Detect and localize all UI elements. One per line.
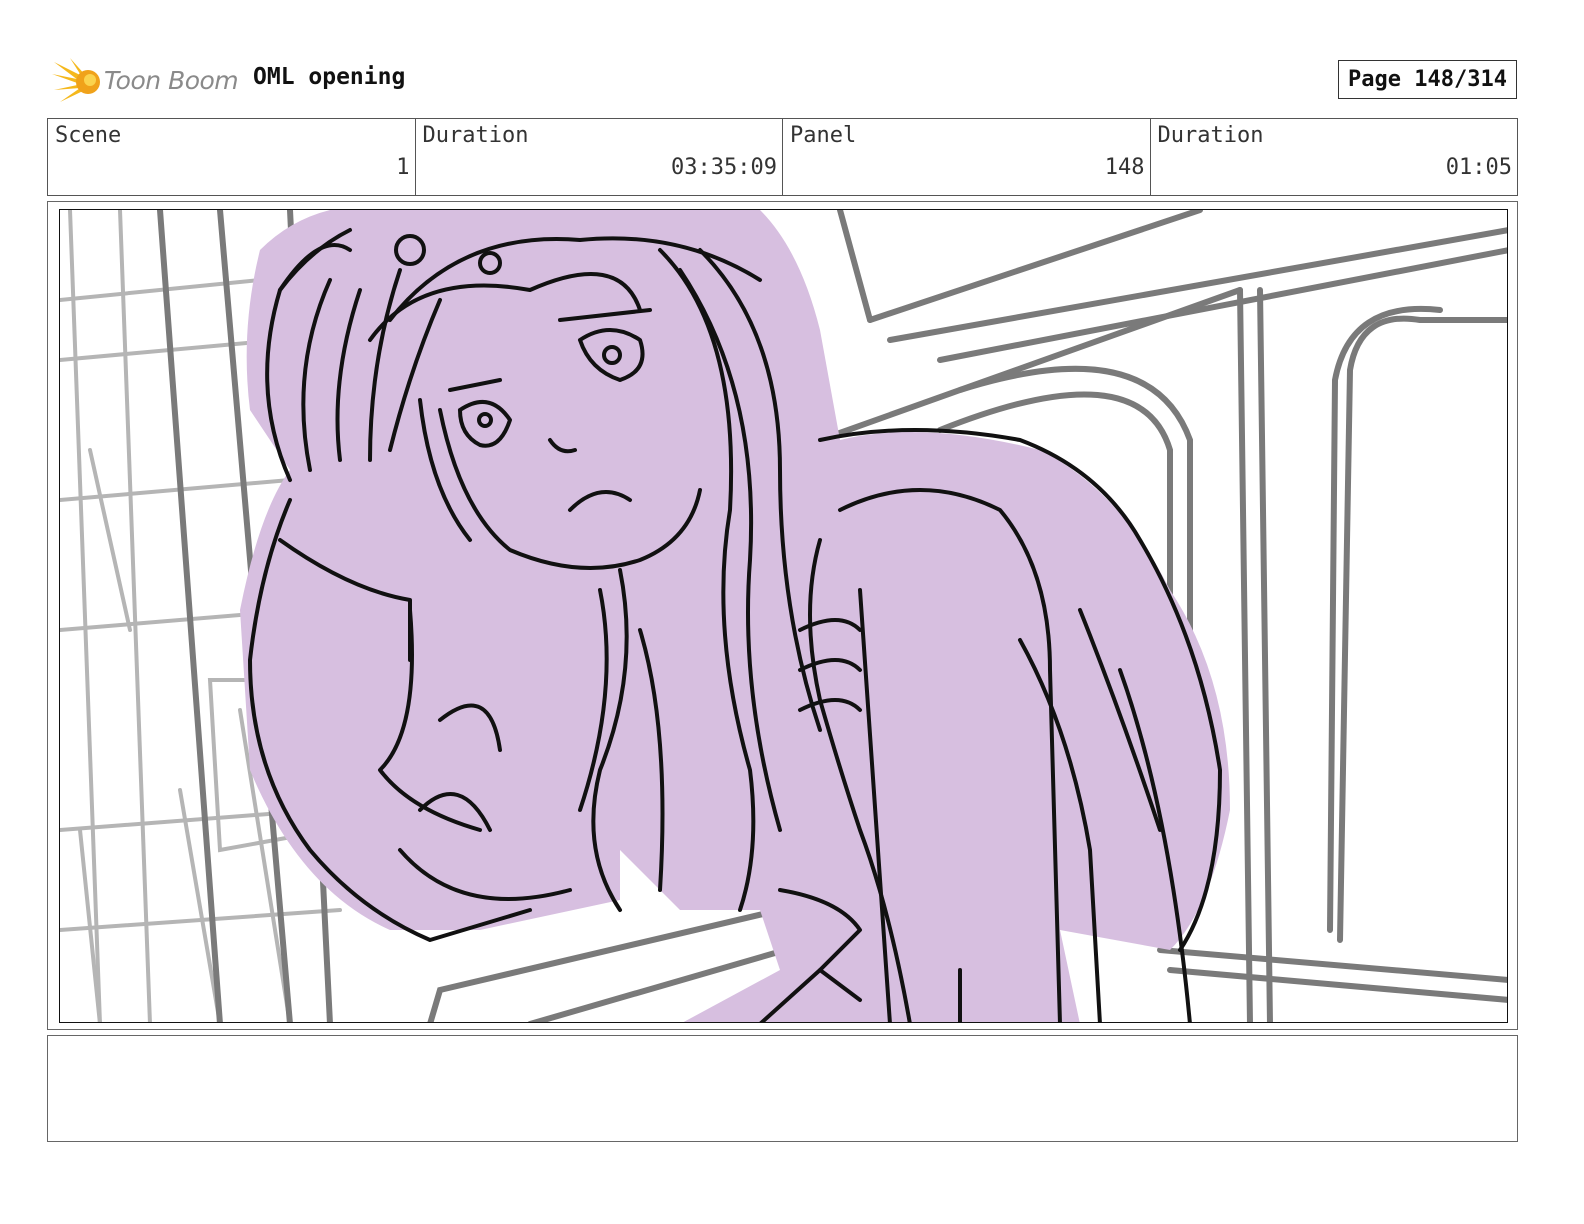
page-indicator: Page 148/314 [1338,60,1517,99]
panel-notes-box [47,1035,1518,1142]
panel-info-table: Scene 1 Duration 03:35:09 Panel 148 Dura… [47,118,1518,196]
panel-cell: Panel 148 [783,119,1151,195]
scene-value: 1 [396,155,410,180]
panel-label: Panel [790,123,857,148]
scene-label: Scene [55,123,122,148]
logo-wordmark: Toon Boom [104,66,239,95]
panel-value: 148 [1104,155,1145,180]
toon-boom-burst-icon [52,58,100,102]
panel-duration-label: Duration [1157,123,1264,148]
storyboard-panel-image [59,209,1508,1023]
scene-duration-cell: Duration 03:35:09 [416,119,783,195]
toon-boom-logo: Toon Boom [52,56,242,106]
project-title: OML opening [253,64,406,90]
sketch-drawing [60,210,1507,1022]
panel-duration-cell: Duration 01:05 [1151,119,1518,195]
scene-cell: Scene 1 [48,119,416,195]
page-label: Page 148/314 [1348,67,1507,92]
panel-duration-value: 01:05 [1445,155,1512,180]
scene-duration-label: Duration [422,123,529,148]
scene-duration-value: 03:35:09 [671,155,777,180]
